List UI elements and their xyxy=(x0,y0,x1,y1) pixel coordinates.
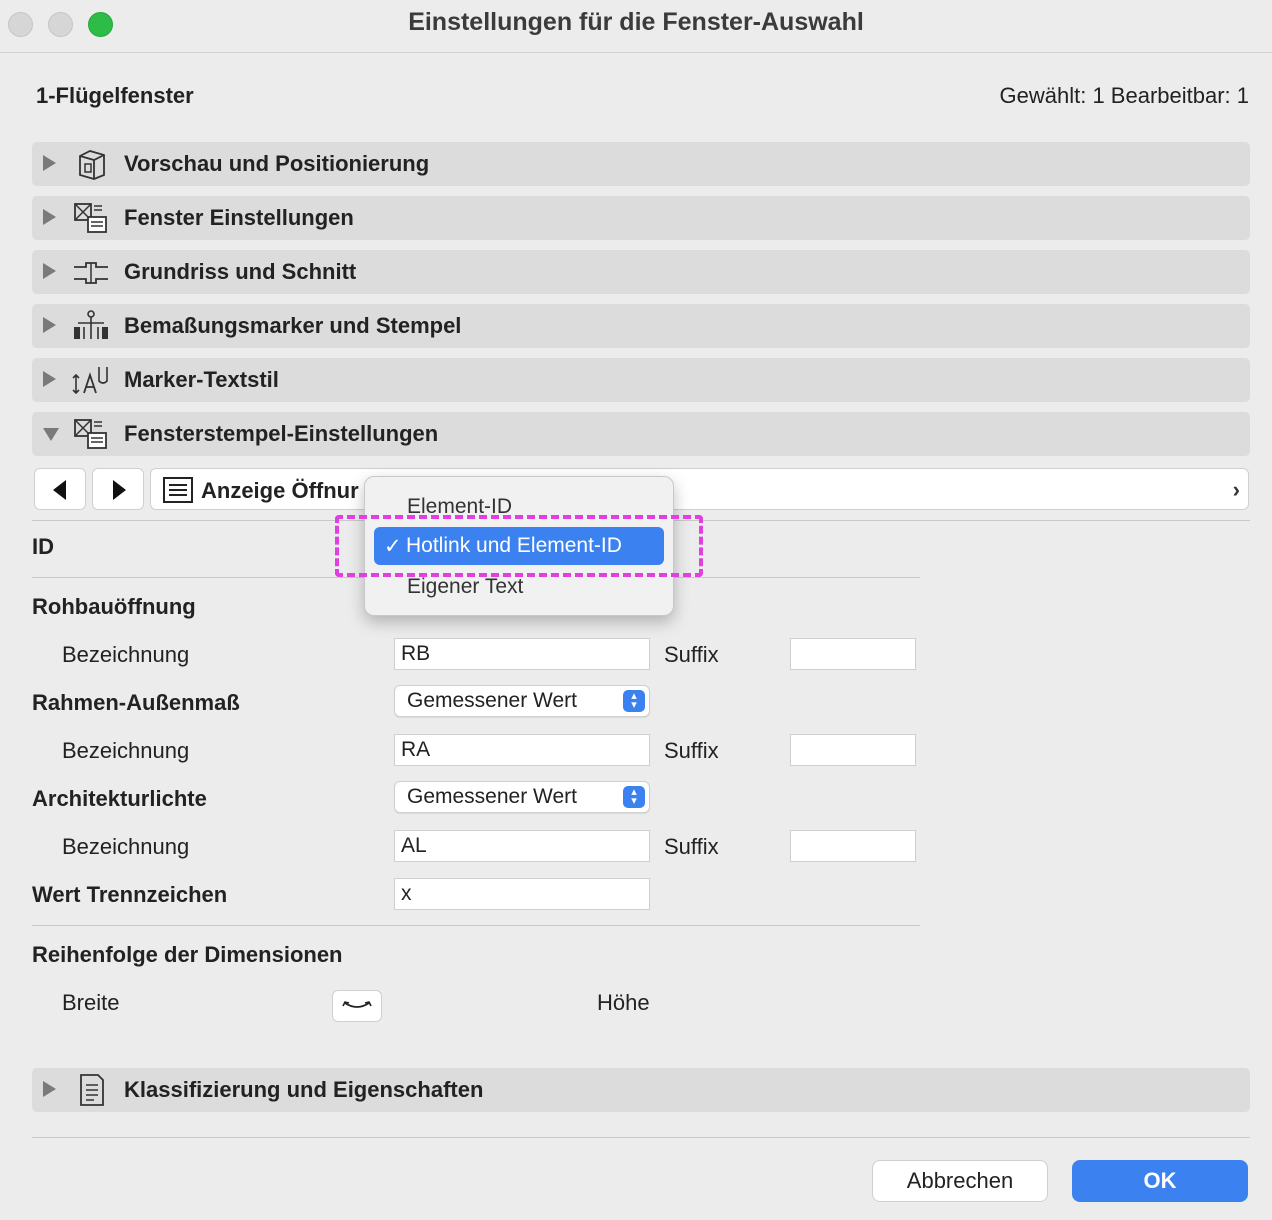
disclosure-arrow-icon[interactable] xyxy=(43,155,56,171)
swap-icon xyxy=(342,1001,372,1008)
cancel-button[interactable]: Abbrechen xyxy=(872,1160,1048,1202)
section-label: Vorschau und Positionierung xyxy=(124,151,430,176)
disclosure-arrow-icon[interactable] xyxy=(43,371,56,387)
trennzeichen-field[interactable]: x xyxy=(394,878,650,910)
window-stamp-icon xyxy=(74,419,107,449)
dimension-marker-icon xyxy=(74,310,108,339)
section-label: Bemaßungsmarker und Stempel xyxy=(124,313,462,338)
disclosure-arrow-icon[interactable] xyxy=(43,263,56,279)
section-fenster-einstellungen[interactable]: Fenster Einstellungen xyxy=(32,196,1250,240)
chevron-right-icon[interactable]: › xyxy=(1233,477,1240,503)
architektur-bezeichnung-label: Bezeichnung xyxy=(62,834,190,859)
page-selector[interactable]: Anzeige Öffnur › xyxy=(150,468,1249,510)
rahmen-bezeichnung-label: Bezeichnung xyxy=(62,738,190,763)
rahmen-suffix-field[interactable] xyxy=(790,734,916,766)
breite-label: Breite xyxy=(62,990,120,1015)
section-fensterstempel[interactable]: Fensterstempel-Einstellungen xyxy=(32,412,1250,456)
rahmen-bezeichnung-field[interactable]: RA xyxy=(394,734,650,766)
reihenfolge-label: Reihenfolge der Dimensionen xyxy=(32,942,343,967)
rohbau-suffix-label: Suffix xyxy=(664,642,719,667)
section-label: Fenster Einstellungen xyxy=(124,205,354,230)
menu-item-eigener-text[interactable]: Eigener Text xyxy=(407,575,523,599)
architektur-suffix-label: Suffix xyxy=(664,834,719,859)
arrow-right-icon xyxy=(113,480,126,500)
rohbau-label: Rohbauöffnung xyxy=(32,594,196,619)
prev-page-button[interactable] xyxy=(34,468,86,510)
element-type-name: 1-Flügelfenster xyxy=(36,83,194,108)
divider xyxy=(32,925,920,926)
architektur-bezeichnung-field[interactable]: AL xyxy=(394,830,650,862)
rahmen-select[interactable]: Gemessener Wert ▴ ▾ xyxy=(394,685,650,717)
divider xyxy=(32,1137,1250,1138)
page-label: Anzeige Öffnur xyxy=(201,478,359,503)
window-settings-icon xyxy=(74,203,107,233)
id-label: ID xyxy=(32,534,54,559)
rohbau-suffix-field[interactable] xyxy=(790,638,916,670)
section-klassifizierung[interactable]: Klassifizierung und Eigenschaften xyxy=(32,1068,1250,1112)
arrow-left-icon xyxy=(53,480,66,500)
rahmen-suffix-label: Suffix xyxy=(664,738,719,763)
swap-dimensions-button[interactable] xyxy=(332,990,382,1022)
next-page-button[interactable] xyxy=(92,468,144,510)
section-grundriss[interactable]: Grundriss und Schnitt xyxy=(32,250,1250,294)
section-vorschau[interactable]: Vorschau und Positionierung xyxy=(32,142,1250,186)
section-label: Fensterstempel-Einstellungen xyxy=(124,421,439,446)
architektur-suffix-field[interactable] xyxy=(790,830,916,862)
title-bar: Einstellungen für die Fenster-Auswahl xyxy=(0,0,1272,53)
annotation-highlight xyxy=(335,515,703,577)
rohbau-bezeichnung-field[interactable]: RB xyxy=(394,638,650,670)
architektur-select[interactable]: Gemessener Wert ▴ ▾ xyxy=(394,781,650,813)
text-style-icon xyxy=(72,367,108,395)
rahmen-label: Rahmen-Außenmaß xyxy=(32,690,240,715)
disclosure-arrow-icon[interactable] xyxy=(43,317,56,333)
window-title: Einstellungen für die Fenster-Auswahl xyxy=(408,8,864,36)
disclosure-arrow-icon[interactable] xyxy=(43,209,56,225)
trennzeichen-label: Wert Trennzeichen xyxy=(32,882,228,907)
section-label: Klassifizierung und Eigenschaften xyxy=(124,1077,484,1102)
floorplan-section-icon xyxy=(74,262,108,284)
select-stepper-icon: ▴ ▾ xyxy=(623,690,645,712)
hoehe-label: Höhe xyxy=(597,990,650,1015)
section-marker-textstil[interactable]: Marker-Textstil xyxy=(32,358,1250,402)
architektur-select-value: Gemessener Wert xyxy=(407,785,577,808)
section-label: Grundriss und Schnitt xyxy=(124,259,357,284)
rahmen-select-value: Gemessener Wert xyxy=(407,689,577,712)
document-icon xyxy=(80,1074,104,1106)
section-label: Marker-Textstil xyxy=(124,367,279,392)
ok-button[interactable]: OK xyxy=(1072,1160,1248,1202)
rohbau-bezeichnung-label: Bezeichnung xyxy=(62,642,190,667)
selection-info: Gewählt: 1 Bearbeitbar: 1 xyxy=(999,83,1249,108)
section-bemassung[interactable]: Bemaßungsmarker und Stempel xyxy=(32,304,1250,348)
disclosure-arrow-down-icon[interactable] xyxy=(43,428,59,441)
select-stepper-icon: ▴ ▾ xyxy=(623,786,645,808)
architektur-label: Architekturlichte xyxy=(32,786,207,811)
preview-box-icon xyxy=(79,150,105,180)
list-page-icon xyxy=(163,477,193,503)
disclosure-arrow-icon[interactable] xyxy=(43,1081,56,1097)
